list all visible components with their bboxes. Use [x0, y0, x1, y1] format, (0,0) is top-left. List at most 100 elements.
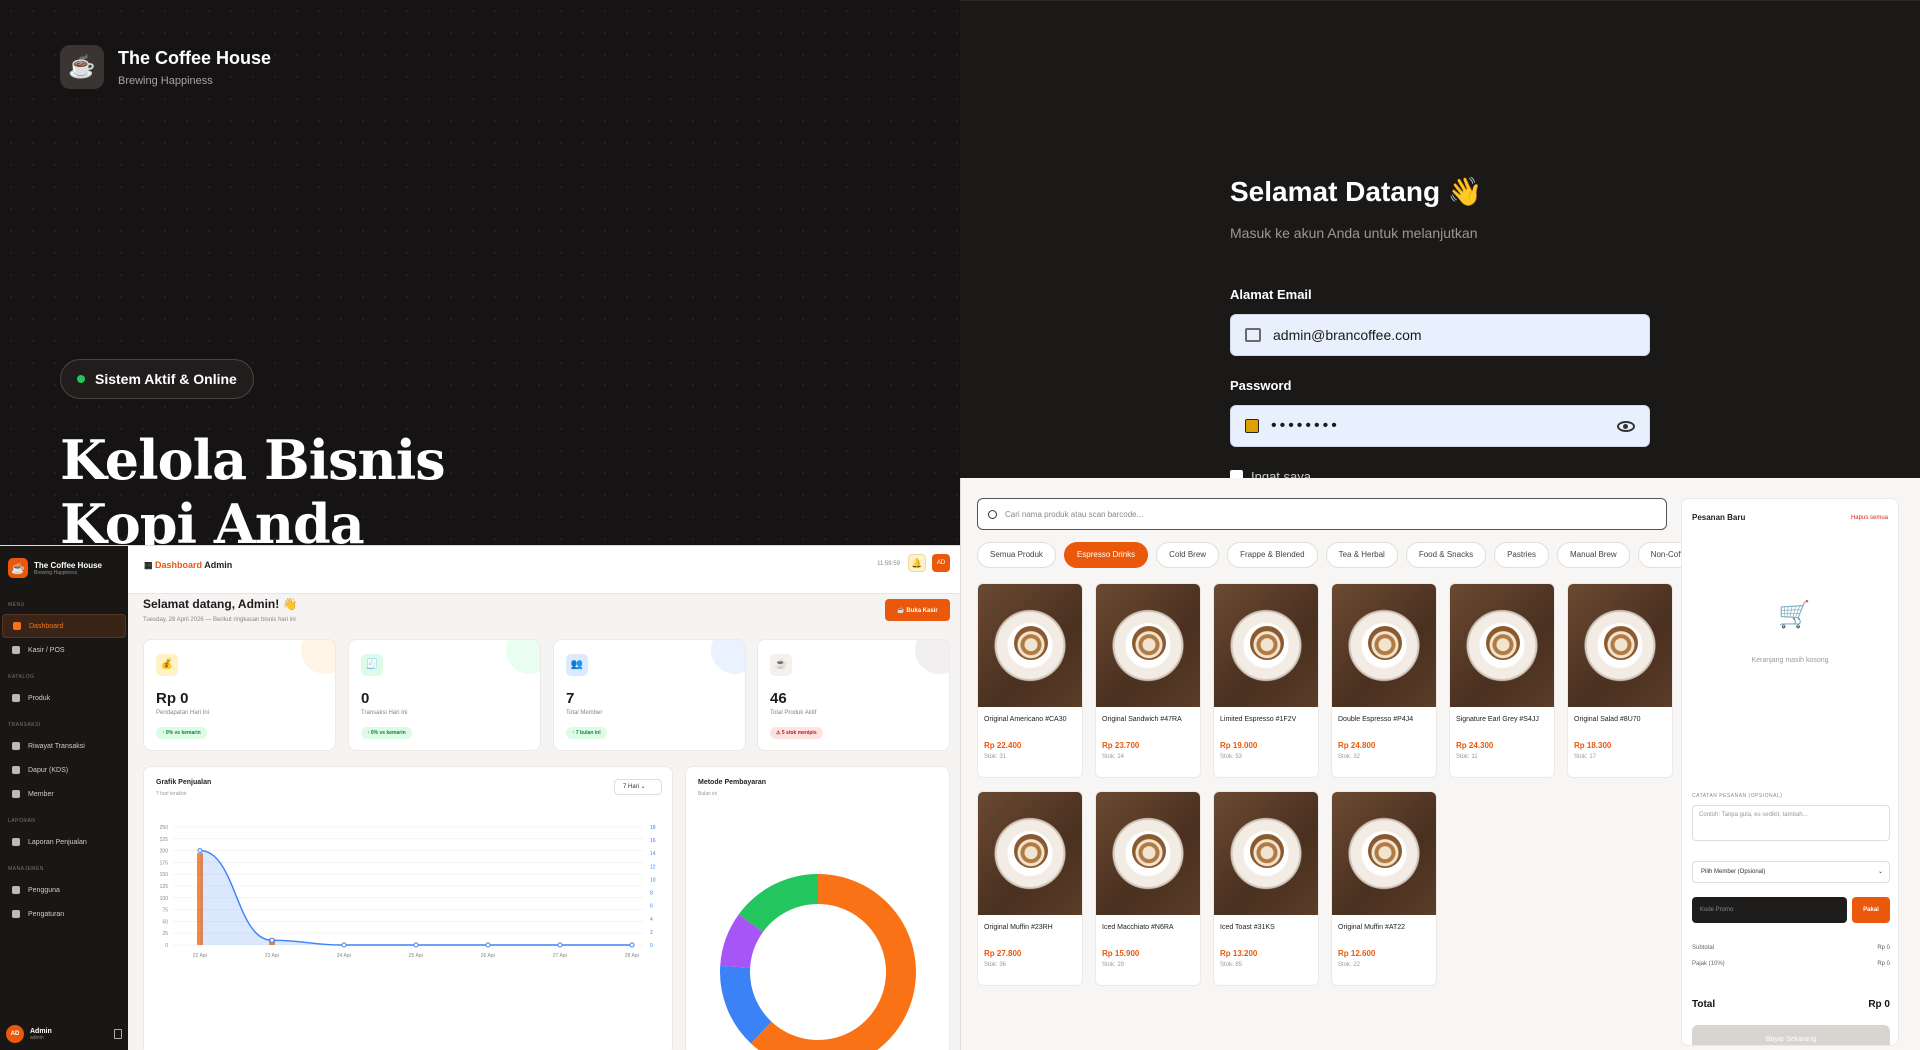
clock: 11:59:59 — [877, 561, 900, 567]
sidebar-item-pengaturan[interactable]: Pengaturan — [2, 902, 126, 926]
notes-field[interactable]: Contoh: Tanpa gula, es sedikit, tambah..… — [1692, 805, 1890, 841]
sidebar-item-dapur[interactable]: Dapur (KDS) — [2, 758, 126, 782]
topbar-avatar[interactable]: AD — [932, 554, 950, 572]
hero-line2: Kopi Anda — [60, 492, 365, 545]
product-stock: Stok: 17 — [1574, 754, 1597, 760]
product-price: Rp 18.300 — [1574, 741, 1612, 750]
stat-badge: ⚠ 5 stok menipis — [770, 727, 823, 739]
product-stock: Stok: 24 — [1102, 754, 1125, 760]
category-tab[interactable]: Manual Brew — [1556, 542, 1630, 568]
category-tab[interactable]: Semua Produk — [977, 542, 1056, 568]
promo-input[interactable]: Kode Promo — [1692, 897, 1847, 923]
sidebar-item-riwayat[interactable]: Riwayat Transaksi — [2, 734, 126, 758]
y-tick-left: 75 — [162, 908, 168, 914]
product-name: Signature Earl Grey #S4JJ — [1456, 716, 1539, 723]
sidebar-item-label: Produk — [28, 694, 51, 702]
category-tab[interactable]: Frappe & Blended — [1227, 542, 1318, 568]
lock-icon — [1245, 419, 1259, 433]
product-card[interactable]: Original Americano #CA30 Rp 22.400 Stok: 3… — [977, 583, 1083, 778]
total-value: Rp 0 — [1868, 999, 1890, 1010]
admin-dashboard: ☕ The Coffee House Brewing Happiness MEN… — [0, 545, 960, 1050]
product-search-input[interactable]: Cari nama produk atau scan barcode... — [977, 498, 1667, 530]
members-icon: 👥 — [566, 654, 588, 676]
product-card[interactable]: Signature Earl Grey #S4JJ Rp 24.300 Stok: … — [1449, 583, 1555, 778]
product-card[interactable]: Original Salad #8U70 Rp 18.300 Stok: 17 — [1567, 583, 1673, 778]
status-text: Sistem Aktif & Online — [95, 371, 237, 387]
sidebar-item-pengguna[interactable]: Pengguna — [2, 878, 126, 902]
product-card[interactable]: Double Espresso #P4J4 Rp 24.800 Stok: 32 — [1331, 583, 1437, 778]
product-card[interactable]: Iced Macchiato #N6RA Rp 15.900 Stok: 29 — [1095, 791, 1201, 986]
product-card[interactable]: Iced Toast #31KS Rp 13.200 Stok: 85 — [1213, 791, 1319, 986]
status-pill: Sistem Aktif & Online — [60, 359, 254, 399]
stat-card-members: 👥 7 Total Member ↑ 7 bulan ini — [553, 639, 746, 751]
y-tick-right: 16 — [650, 838, 656, 844]
notes-placeholder: Contoh: Tanpa gula, es sedikit, tambah..… — [1699, 812, 1808, 818]
y-tick-left: 225 — [160, 837, 169, 843]
pay-now-button[interactable]: Bayar Sekarang — [1692, 1025, 1890, 1045]
card-decor — [301, 640, 335, 674]
x-tick: 27 Apr — [553, 953, 568, 959]
member-select-value: Pilih Member (Opsional) — [1701, 869, 1766, 875]
money-bag-icon: 💰 — [156, 654, 178, 676]
category-tab[interactable]: Pastries — [1494, 542, 1549, 568]
sidebar-item-dashboard[interactable]: Dashboard — [2, 614, 126, 638]
apply-promo-button[interactable]: Pakai — [1852, 897, 1890, 923]
logout-icon[interactable] — [114, 1029, 122, 1039]
product-card[interactable]: Original Muffin #AT22 Rp 12.600 Stok: 22 — [1331, 791, 1437, 986]
category-tab[interactable]: Espresso Drinks — [1063, 542, 1149, 568]
sales-line-chart: 0 25 50 75 100 125 150 175 200 225 250 0 2 4 6 8 10 12 14 1… — [160, 825, 656, 959]
admin-brand: ☕ The Coffee House Brewing Happiness — [0, 546, 128, 590]
sidebar-section-laporan: LAPORAN — [8, 818, 36, 824]
y-tick-left: 250 — [160, 825, 169, 831]
product-card[interactable]: Limited Espresso #1F2V Rp 19.000 Stok: 53 — [1213, 583, 1319, 778]
product-image — [1214, 792, 1318, 915]
admin-brand-tagline: Brewing Happiness — [34, 569, 78, 576]
stat-badge: ↑ 0% vs kemarin — [361, 727, 412, 739]
product-price: Rp 13.200 — [1220, 949, 1258, 958]
product-price: Rp 24.800 — [1338, 741, 1376, 750]
category-tab[interactable]: Food & Snacks — [1405, 542, 1487, 568]
cart-empty-text: Keranjang masih kosong — [1751, 657, 1829, 664]
sidebar-item-label: Dapur (KDS) — [28, 766, 69, 774]
product-card[interactable]: Original Muffin #23RH Rp 27.800 Stok: 36 — [977, 791, 1083, 986]
member-select[interactable]: Pilih Member (Opsional) ⌄ — [1692, 861, 1890, 883]
sidebar-user: AD Admin admin — [0, 1025, 128, 1043]
user-name: Admin — [30, 1027, 52, 1035]
line-point — [197, 848, 203, 854]
y-tick-right: 18 — [650, 825, 656, 831]
y-tick-left: 25 — [162, 931, 168, 937]
sidebar-item-member[interactable]: Member — [2, 782, 126, 806]
user-icon — [12, 886, 20, 894]
stat-badge: ↑ 7 bulan ini — [566, 727, 607, 739]
product-image — [978, 584, 1082, 707]
sidebar-item-produk[interactable]: Produk — [2, 686, 126, 710]
line-point — [485, 942, 491, 948]
x-tick: 26 Apr — [481, 953, 496, 959]
dashboard-icon — [13, 622, 21, 630]
password-field[interactable]: •••••••• — [1230, 405, 1650, 447]
tax-row: Pajak (10%) Rp 0 — [1692, 961, 1890, 967]
subtotal-value: Rp 0 — [1877, 945, 1890, 951]
email-field[interactable]: admin@brancoffee.com — [1230, 314, 1650, 356]
product-stock: Stok: 29 — [1102, 962, 1125, 968]
product-name: Limited Espresso #1F2V — [1220, 716, 1297, 723]
category-tab[interactable]: Tea & Herbal — [1325, 542, 1398, 568]
product-stock: Stok: 11 — [1456, 754, 1478, 760]
sidebar-item-kasir[interactable]: Kasir / POS — [2, 638, 126, 662]
product-price: Rp 24.300 — [1456, 741, 1494, 750]
open-pos-button[interactable]: ☕ Buka Kasir — [885, 599, 950, 621]
email-value: admin@brancoffee.com — [1273, 327, 1422, 343]
email-label: Alamat Email — [1230, 287, 1312, 302]
product-card[interactable]: Original Sandwich #47RA Rp 23.700 Stok: 24 — [1095, 583, 1201, 778]
brand-tagline: Brewing Happiness — [118, 74, 213, 87]
stat-label: Pendapatan Hari Ini — [156, 710, 210, 716]
eye-icon[interactable] — [1617, 420, 1635, 432]
sidebar-section-manajemen: MANAJEMEN — [8, 866, 44, 872]
bell-icon[interactable]: 🔔 — [908, 554, 926, 572]
sidebar-item-laporan[interactable]: Laporan Penjualan — [2, 830, 126, 854]
clear-cart-button[interactable]: Hapus semua — [1851, 515, 1888, 521]
product-name: Original Americano #CA30 — [984, 716, 1067, 723]
y-tick-right: 0 — [650, 943, 653, 949]
y-tick-left: 175 — [160, 860, 169, 866]
category-tab[interactable]: Cold Brew — [1156, 542, 1220, 568]
